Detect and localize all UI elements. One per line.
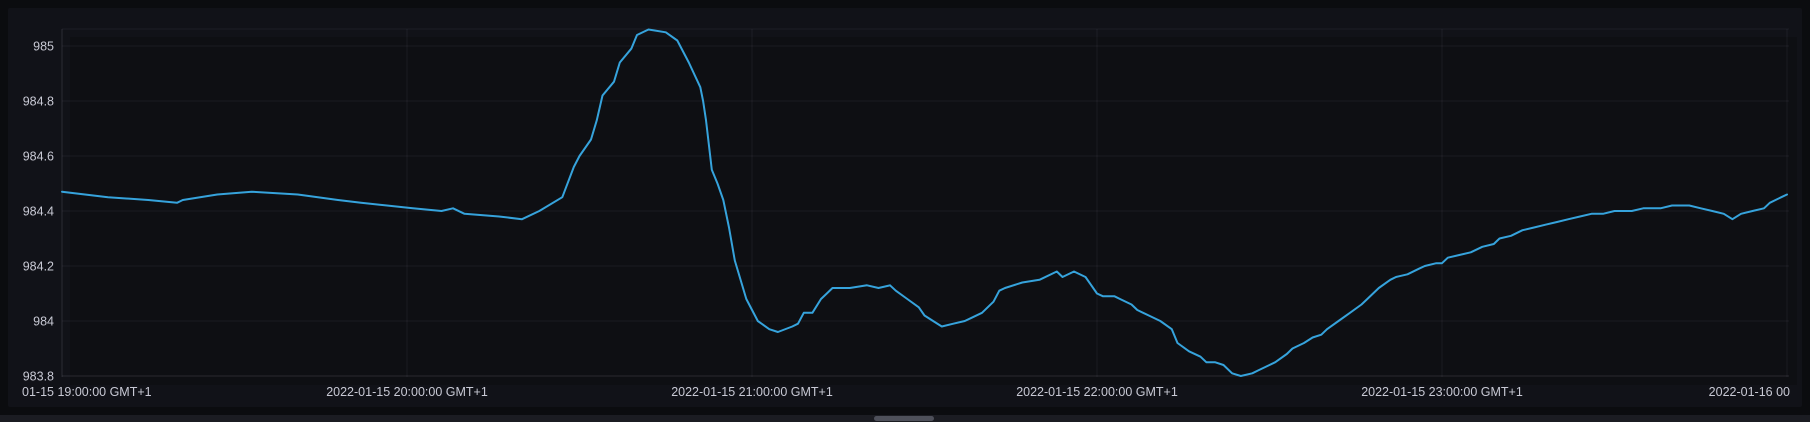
time-series-chart[interactable]: 985 984.8 984.6 984.4 984.2 984 983.801-15 19:… bbox=[0, 0, 1810, 422]
horizontal-scrollbar-thumb[interactable] bbox=[874, 416, 934, 421]
y-axis-tick-label: 984.8 bbox=[23, 95, 54, 109]
chart-plot-area[interactable] bbox=[62, 29, 1789, 377]
y-axis-tick-label: 983.8 bbox=[23, 370, 54, 384]
x-axis-tick-label: 2022-01-15 23:00:00 GMT+1 bbox=[1361, 385, 1523, 399]
x-axis-tick-label: 2022-01-16 00 bbox=[1709, 385, 1790, 399]
x-axis-tick-label: 2022-01-15 21:00:00 GMT+1 bbox=[671, 385, 833, 399]
y-axis-tick-label: 984.2 bbox=[23, 260, 54, 274]
y-axis-tick-label: 984.4 bbox=[23, 205, 54, 219]
x-axis-tick-label: 01-15 19:00:00 GMT+1 bbox=[22, 385, 152, 399]
y-axis-tick-label: 985 bbox=[33, 40, 54, 54]
y-axis-tick-label: 984.6 bbox=[23, 150, 54, 164]
x-axis-tick-label: 2022-01-15 22:00:00 GMT+1 bbox=[1016, 385, 1178, 399]
x-axis-tick-label: 2022-01-15 20:00:00 GMT+1 bbox=[326, 385, 488, 399]
horizontal-scrollbar-track[interactable] bbox=[0, 415, 1810, 422]
y-axis-tick-label: 984 bbox=[33, 315, 54, 329]
